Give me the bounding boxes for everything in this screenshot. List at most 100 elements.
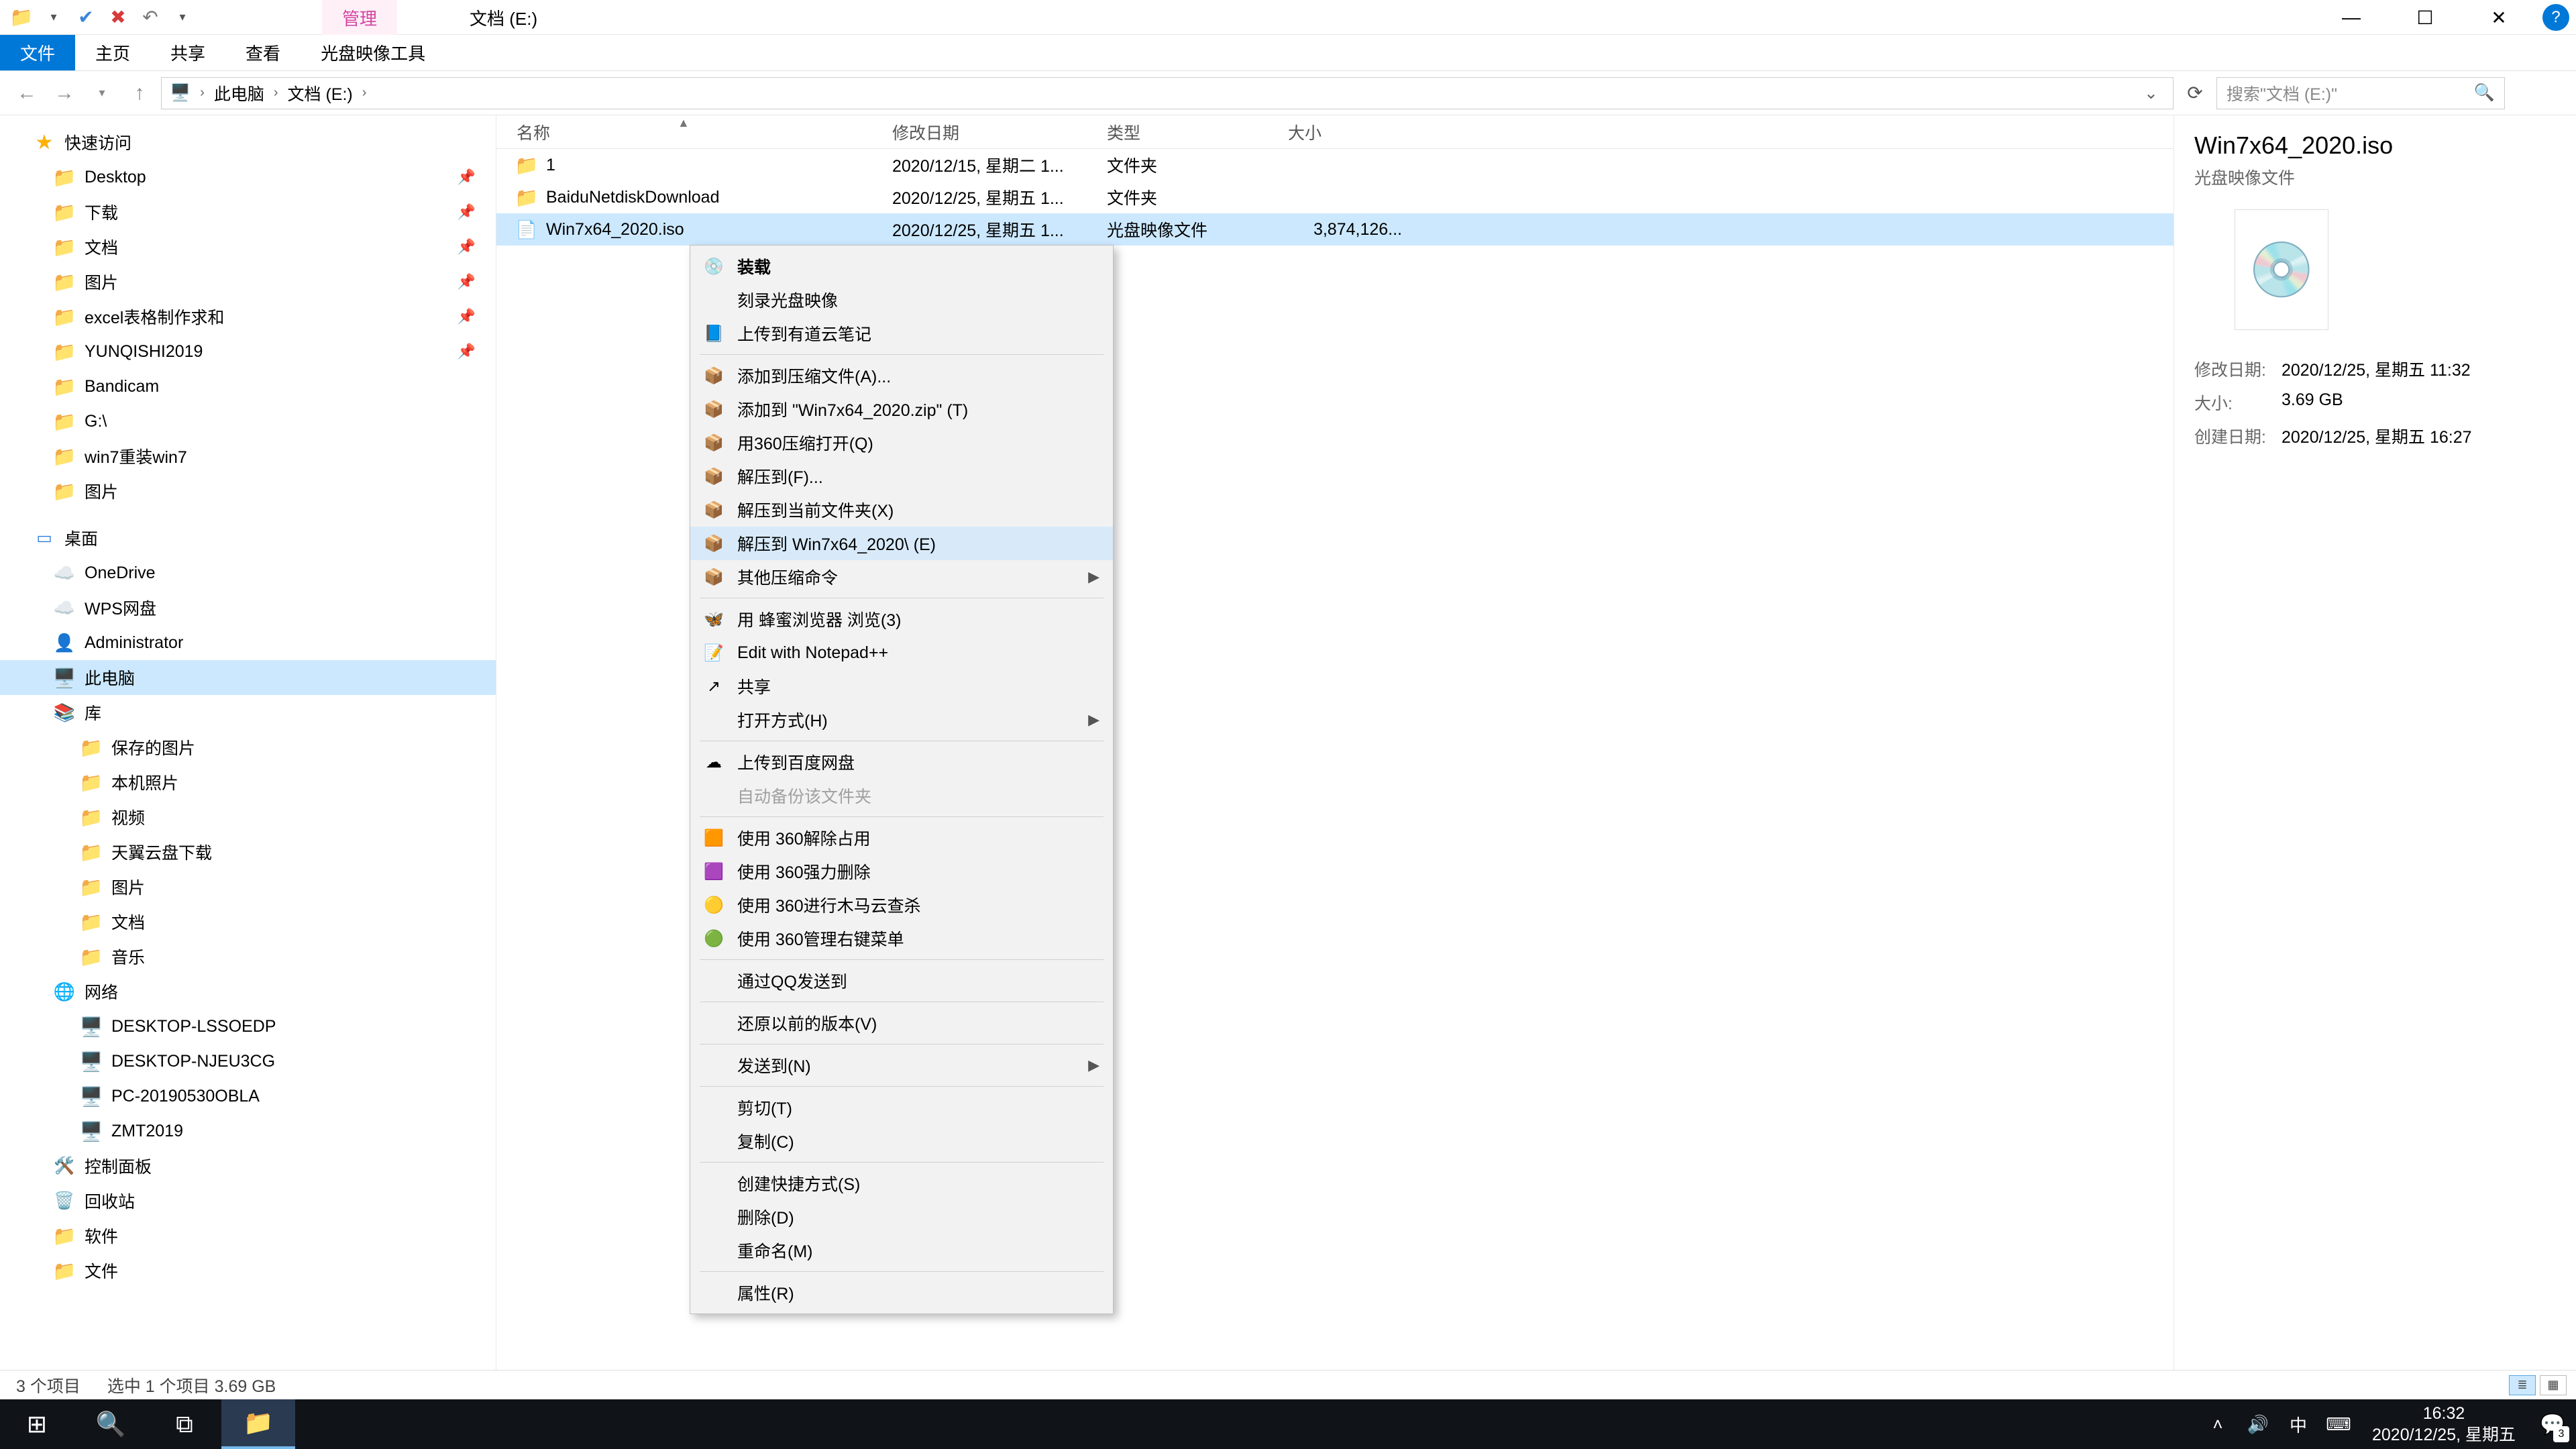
tree-network-item[interactable]: PC-20190530OBLA bbox=[0, 1079, 496, 1114]
search-input[interactable]: 搜索"文档 (E:)" 🔍 bbox=[2216, 77, 2505, 109]
tree-admin[interactable]: Administrator bbox=[0, 625, 496, 660]
delete-icon[interactable]: ✖ bbox=[105, 4, 131, 31]
tree-network-item[interactable]: DESKTOP-LSSOEDP bbox=[0, 1009, 496, 1044]
context-menu-item[interactable]: ↗共享 bbox=[690, 669, 1113, 703]
ribbon-tab-view[interactable]: 查看 bbox=[225, 35, 301, 70]
qat-dropdown-icon[interactable]: ▾ bbox=[40, 4, 67, 31]
tree-quick-item[interactable]: excel表格制作求和📌 bbox=[0, 299, 496, 334]
save-icon[interactable]: ✔ bbox=[72, 4, 99, 31]
ribbon-tab-home[interactable]: 主页 bbox=[75, 35, 150, 70]
context-menu-item[interactable]: 💿装载 bbox=[690, 250, 1113, 283]
tree-library-item[interactable]: 图片 bbox=[0, 869, 496, 904]
view-details-button[interactable]: ≣ bbox=[2509, 1375, 2536, 1395]
close-button[interactable]: ✕ bbox=[2462, 0, 2536, 35]
tree-desktop[interactable]: ▭桌面 bbox=[0, 521, 496, 555]
tree-files[interactable]: 文件 bbox=[0, 1253, 496, 1288]
forward-button[interactable]: → bbox=[48, 77, 80, 109]
tree-quick-item[interactable]: 文档📌 bbox=[0, 229, 496, 264]
context-menu-item[interactable]: 📦用360压缩打开(Q) bbox=[690, 426, 1113, 460]
ribbon-tab-file[interactable]: 文件 bbox=[0, 35, 75, 70]
refresh-button[interactable]: ⟳ bbox=[2179, 77, 2211, 109]
file-row[interactable]: 1 2020/12/15, 星期二 1... 文件夹 bbox=[496, 149, 2174, 181]
tree-control-panel[interactable]: 🛠️控制面板 bbox=[0, 1148, 496, 1183]
tree-software[interactable]: 软件 bbox=[0, 1218, 496, 1253]
tree-libraries[interactable]: 库 bbox=[0, 695, 496, 730]
chevron-right-icon[interactable]: › bbox=[274, 85, 278, 101]
context-menu-item[interactable]: 📦添加到压缩文件(A)... bbox=[690, 359, 1113, 392]
ribbon-tab-drive-tools[interactable]: 光盘映像工具 bbox=[301, 35, 445, 70]
ribbon-tab-share[interactable]: 共享 bbox=[150, 35, 225, 70]
breadcrumb-thispc[interactable]: 此电脑 bbox=[214, 81, 264, 105]
ime-indicator[interactable]: 中 bbox=[2278, 1399, 2318, 1449]
ime-mode-icon[interactable]: ⌨ bbox=[2318, 1399, 2359, 1449]
tree-quick-item[interactable]: 图片📌 bbox=[0, 264, 496, 299]
context-menu-item[interactable]: 📦解压到 Win7x64_2020\ (E) bbox=[690, 527, 1113, 560]
address-dropdown-icon[interactable]: ⌄ bbox=[2137, 83, 2165, 103]
context-menu-item[interactable]: 📝Edit with Notepad++ bbox=[690, 636, 1113, 669]
search-icon[interactable]: 🔍 bbox=[2474, 83, 2495, 103]
chevron-right-icon[interactable]: › bbox=[362, 85, 367, 101]
taskbar-clock[interactable]: 16:32 2020/12/25, 星期五 bbox=[2359, 1403, 2529, 1446]
context-tab-drive-tools[interactable]: 管理 bbox=[322, 0, 397, 35]
tree-quick-item[interactable]: YUNQISHI2019📌 bbox=[0, 334, 496, 369]
taskbar-explorer[interactable]: 📁 bbox=[221, 1399, 295, 1449]
help-button[interactable]: ? bbox=[2536, 0, 2576, 35]
tree-quick-item[interactable]: win7重装win7 bbox=[0, 439, 496, 474]
context-menu-item[interactable]: 📦解压到当前文件夹(X) bbox=[690, 493, 1113, 527]
back-button[interactable]: ← bbox=[11, 77, 43, 109]
up-button[interactable]: ↑ bbox=[123, 77, 156, 109]
tree-library-item[interactable]: 本机照片 bbox=[0, 765, 496, 800]
context-menu-item[interactable]: 剪切(T) bbox=[690, 1091, 1113, 1124]
context-menu-item[interactable]: ☁上传到百度网盘 bbox=[690, 745, 1113, 779]
tree-network-item[interactable]: DESKTOP-NJEU3CG bbox=[0, 1044, 496, 1079]
undo-icon[interactable]: ↶ bbox=[137, 4, 164, 31]
action-center-button[interactable]: 💬3 bbox=[2529, 1399, 2576, 1449]
tree-quick-access[interactable]: 快速访问 bbox=[0, 125, 496, 160]
context-menu-item[interactable]: 📦其他压缩命令▶ bbox=[690, 560, 1113, 594]
minimize-button[interactable]: ― bbox=[2314, 0, 2388, 35]
tree-library-item[interactable]: 保存的图片 bbox=[0, 730, 496, 765]
tree-library-item[interactable]: 视频 bbox=[0, 800, 496, 835]
context-menu-item[interactable]: 🟡使用 360进行木马云查杀 bbox=[690, 888, 1113, 922]
tree-wps[interactable]: WPS网盘 bbox=[0, 590, 496, 625]
context-menu-item[interactable]: 创建快捷方式(S) bbox=[690, 1167, 1113, 1200]
volume-icon[interactable]: 🔊 bbox=[2238, 1399, 2278, 1449]
view-icons-button[interactable]: ▦ bbox=[2540, 1375, 2567, 1395]
tree-recycle[interactable]: 🗑️回收站 bbox=[0, 1183, 496, 1218]
context-menu-item[interactable]: 📦解压到(F)... bbox=[690, 460, 1113, 493]
context-menu-item[interactable]: 📦添加到 "Win7x64_2020.zip" (T) bbox=[690, 392, 1113, 426]
tree-library-item[interactable]: 天翼云盘下载 bbox=[0, 835, 496, 869]
context-menu-item[interactable]: 通过QQ发送到 bbox=[690, 964, 1113, 998]
context-menu-item[interactable]: 打开方式(H)▶ bbox=[690, 703, 1113, 737]
column-type[interactable]: 类型 bbox=[1107, 120, 1288, 144]
context-menu-item[interactable]: 复制(C) bbox=[690, 1124, 1113, 1158]
context-menu-item[interactable]: 🟪使用 360强力删除 bbox=[690, 855, 1113, 888]
tree-library-item[interactable]: 文档 bbox=[0, 904, 496, 939]
tree-quick-item[interactable]: Bandicam bbox=[0, 369, 496, 404]
tree-library-item[interactable]: 音乐 bbox=[0, 939, 496, 974]
context-menu-item[interactable]: 刻录光盘映像 bbox=[690, 283, 1113, 317]
search-button[interactable]: 🔍 bbox=[74, 1399, 148, 1449]
address-bar[interactable]: 🖥️ › 此电脑 › 文档 (E:) › ⌄ bbox=[161, 77, 2174, 109]
context-menu-item[interactable]: 还原以前的版本(V) bbox=[690, 1006, 1113, 1040]
chevron-right-icon[interactable]: › bbox=[200, 85, 205, 101]
file-row[interactable]: BaiduNetdiskDownload 2020/12/25, 星期五 1..… bbox=[496, 181, 2174, 213]
context-menu-item[interactable]: 删除(D) bbox=[690, 1200, 1113, 1234]
tree-thispc[interactable]: 此电脑 bbox=[0, 660, 496, 695]
column-name[interactable]: 名称▲ bbox=[496, 120, 892, 144]
context-menu-item[interactable]: 发送到(N)▶ bbox=[690, 1049, 1113, 1082]
start-button[interactable]: ⊞ bbox=[0, 1399, 74, 1449]
context-menu-item[interactable]: 📘上传到有道云笔记 bbox=[690, 317, 1113, 350]
tree-quick-item[interactable]: 图片 bbox=[0, 474, 496, 508]
tray-overflow-icon[interactable]: ˄ bbox=[2198, 1399, 2238, 1449]
tree-network[interactable]: 网络 bbox=[0, 974, 496, 1009]
qat-menu-icon[interactable]: ▾ bbox=[169, 4, 196, 31]
context-menu-item[interactable]: 重命名(M) bbox=[690, 1234, 1113, 1267]
tree-quick-item[interactable]: 下载📌 bbox=[0, 195, 496, 229]
file-row[interactable]: Win7x64_2020.iso 2020/12/25, 星期五 1... 光盘… bbox=[496, 213, 2174, 246]
column-size[interactable]: 大小 bbox=[1288, 120, 1422, 144]
breadcrumb-drive-e[interactable]: 文档 (E:) bbox=[288, 81, 353, 105]
context-menu-item[interactable]: 🟢使用 360管理右键菜单 bbox=[690, 922, 1113, 955]
tree-network-item[interactable]: ZMT2019 bbox=[0, 1114, 496, 1148]
context-menu-item[interactable]: 属性(R) bbox=[690, 1276, 1113, 1309]
